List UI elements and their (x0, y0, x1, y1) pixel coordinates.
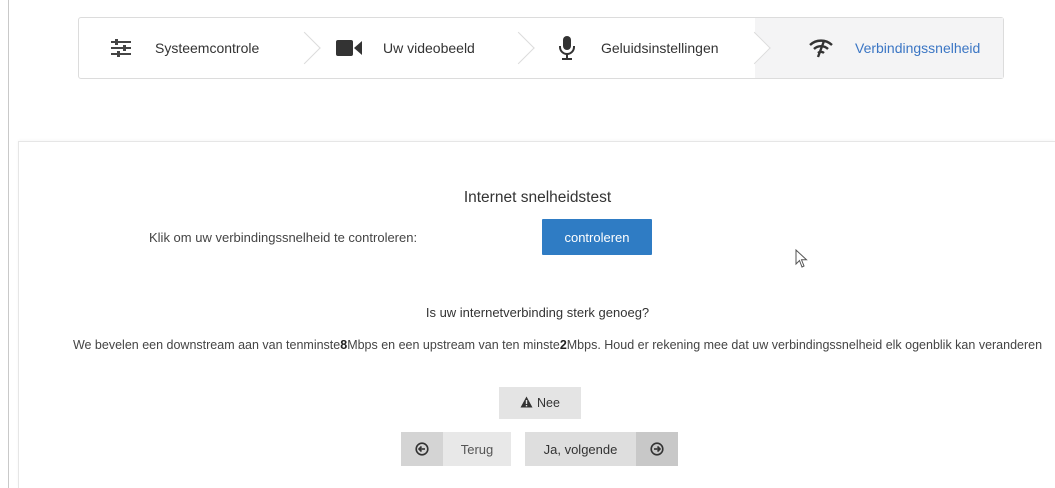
step-verbindingssnelheid[interactable]: Verbindingssnelheid (755, 18, 1003, 78)
sliders-icon (107, 34, 135, 62)
back-button[interactable]: Terug (401, 432, 511, 466)
video-camera-icon (335, 34, 363, 62)
arrow-right-circle-icon (636, 432, 678, 466)
step-videobeeld[interactable]: Uw videobeeld (305, 18, 535, 78)
back-label: Terug (460, 441, 494, 457)
step-label: Uw videobeeld (383, 40, 475, 56)
speedtest-panel: Internet snelheidstest Klik om uw verbin… (18, 141, 1055, 488)
microphone-icon (553, 34, 581, 62)
speedtest-title: Internet snelheidstest (463, 189, 612, 206)
arrow-left-circle-icon (401, 432, 443, 466)
controleren-button[interactable]: controleren (542, 219, 652, 255)
mouse-cursor-icon (795, 248, 809, 274)
connection-question: Is uw internetverbinding sterk genoeg? (425, 305, 650, 320)
upstream-value: 2 (559, 338, 567, 352)
next-label: Ja, volgende (543, 441, 618, 457)
step-label: Systeemcontrole (155, 40, 260, 56)
step-geluidsinstellingen[interactable]: Geluidsinstellingen (519, 18, 771, 78)
wizard-stepper: Systeemcontrole Uw videobeeld Geluidsins… (78, 17, 1004, 79)
connection-advice: We bevelen een downstream aan van tenmin… (39, 336, 1055, 355)
step-systeemcontrole[interactable]: Systeemcontrole (79, 18, 321, 78)
advice-text: Mbps en een upstream van ten minste (347, 338, 560, 352)
speedtest-prompt: Klik om uw verbindingssnelheid te contro… (149, 230, 418, 245)
advice-text: Mbps. Houd er rekening mee dat uw verbin… (566, 338, 1043, 352)
nee-button[interactable]: Nee (499, 387, 581, 419)
nee-label: Nee (537, 396, 560, 410)
advice-text: We bevelen een downstream aan van tenmin… (72, 338, 341, 352)
step-label: Geluidsinstellingen (601, 40, 719, 56)
next-button[interactable]: Ja, volgende (525, 432, 678, 466)
wifi-icon (807, 34, 835, 62)
step-label: Verbindingssnelheid (855, 40, 981, 56)
warning-icon (520, 396, 533, 411)
